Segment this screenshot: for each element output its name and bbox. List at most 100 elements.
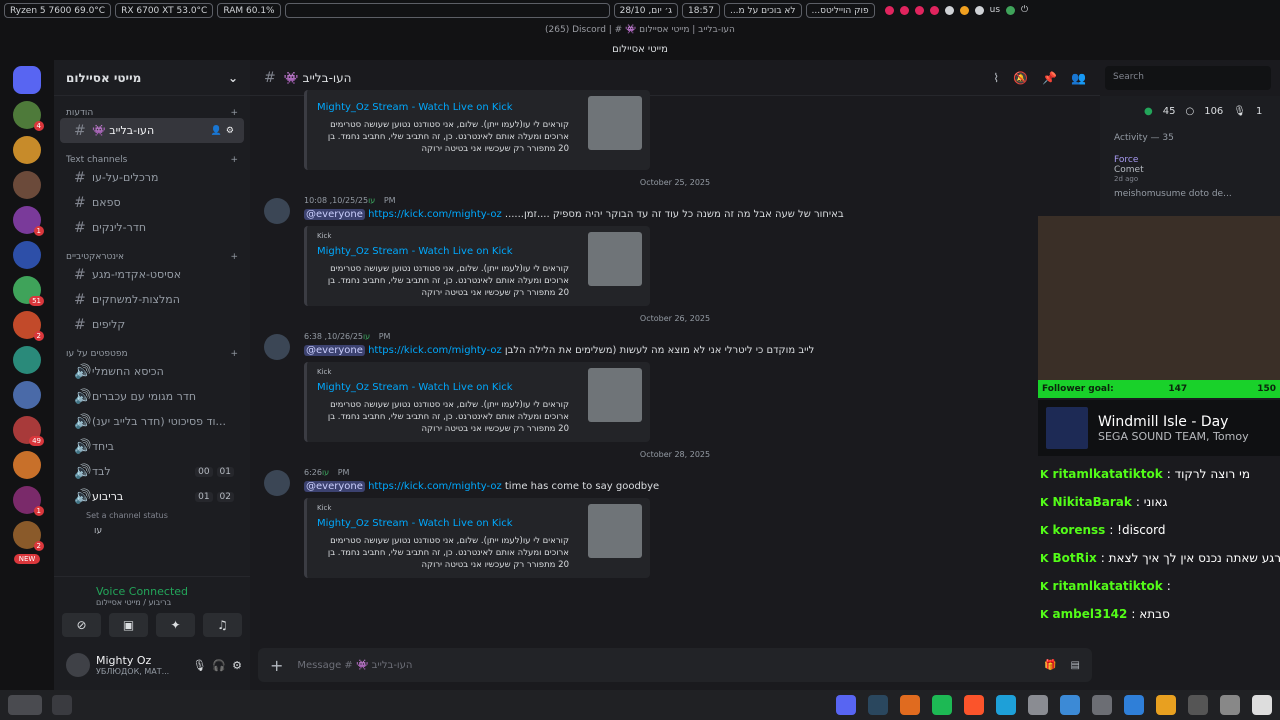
add-member-icon[interactable]: 👤 <box>211 126 222 136</box>
workspace-preview[interactable] <box>8 695 42 715</box>
server-icon[interactable]: 1 <box>13 486 44 516</box>
files-taskbar-icon[interactable] <box>1092 695 1112 715</box>
power-icon[interactable]: ⏻ <box>1021 5 1028 15</box>
add-channel-icon[interactable]: + <box>230 349 238 359</box>
browser-tab-widget[interactable]: ...פוק הוייליטס <box>805 2 875 18</box>
server-icon[interactable]: 4 <box>13 101 44 131</box>
server-icon[interactable] <box>13 346 41 374</box>
server-icon[interactable] <box>13 136 41 164</box>
tray-icon[interactable] <box>944 5 954 15</box>
channel-item[interactable]: # קליפים <box>60 312 244 337</box>
screen-share-icon[interactable]: ▣ <box>109 613 148 637</box>
channel-category[interactable]: הודעות + <box>54 96 250 118</box>
gear-icon[interactable]: ⚙ <box>226 126 234 136</box>
message[interactable]: עו10/26/25, 6:38 PM @everyone https://kic… <box>250 332 1100 442</box>
channel-item[interactable]: 🔊 חדר מגומי עם עכברים <box>60 384 244 409</box>
soundboard-icon[interactable]: ♫ <box>203 613 242 637</box>
message-link[interactable]: https://kick.com/mighty-oz <box>368 481 502 492</box>
message[interactable]: עו10/25/25, 10:08 PM @everyone https://ki… <box>250 196 1100 306</box>
avatar[interactable] <box>66 653 90 677</box>
steam-taskbar-icon[interactable] <box>868 695 888 715</box>
server-name-header[interactable]: מייטי אסיילום ⌄ <box>54 60 250 96</box>
message-link[interactable]: https://kick.com/mighty-oz <box>368 209 502 220</box>
server-icon[interactable]: 1 <box>13 206 44 236</box>
message-composer[interactable]: + Message # 👾 העו-בלייב 🎁 ▤ <box>258 648 1092 682</box>
terminal-taskbar-icon[interactable] <box>1188 695 1208 715</box>
battery-icon[interactable] <box>1006 5 1016 15</box>
channel-item[interactable]: # מרכלים-על-עו <box>60 165 244 190</box>
add-channel-icon[interactable]: + <box>230 155 238 165</box>
server-icon[interactable]: 49 <box>13 416 44 446</box>
firefox-taskbar-icon[interactable] <box>900 695 920 715</box>
mention[interactable]: @everyone <box>304 345 365 356</box>
server-icon[interactable] <box>13 241 41 269</box>
members-icon[interactable]: 👥 <box>1071 71 1086 85</box>
message[interactable]: Mighty_Oz Stream - Watch Live on Kick קור… <box>250 90 1100 170</box>
store-taskbar-icon[interactable] <box>1124 695 1144 715</box>
add-channel-icon[interactable]: + <box>230 108 238 118</box>
channel-category[interactable]: Text channels + <box>54 143 250 165</box>
voice-status[interactable]: Voice Connected <box>54 577 250 598</box>
message[interactable]: עו6:26 PM @everyone https://kick.com/migh… <box>250 468 1100 578</box>
channel-item[interactable]: # ספאם <box>60 190 244 215</box>
tray-icon[interactable] <box>929 5 939 15</box>
headphones-icon[interactable]: 🎧 <box>212 659 226 672</box>
server-icon[interactable]: 2 <box>13 311 44 341</box>
tray-icon[interactable] <box>914 5 924 15</box>
menu-taskbar-icon[interactable] <box>1220 695 1240 715</box>
server-icon[interactable]: 2 <box>13 521 44 551</box>
tray-icon[interactable] <box>959 5 969 15</box>
mention[interactable]: @everyone <box>304 481 365 492</box>
voice-location[interactable]: בריבוע / מייטי אסיילום <box>54 598 250 607</box>
embed-thumbnail[interactable] <box>588 232 642 286</box>
layers-taskbar-icon[interactable] <box>1060 695 1080 715</box>
pin-icon[interactable]: 📌 <box>1042 71 1057 85</box>
tray-icon[interactable] <box>899 5 909 15</box>
mention[interactable]: @everyone <box>304 209 365 220</box>
app-taskbar-icon[interactable] <box>1028 695 1048 715</box>
activity-user-2[interactable]: meishomusume doto de... <box>1100 183 1280 199</box>
camera-off-icon[interactable]: ⊘ <box>62 613 101 637</box>
channel-category[interactable]: מפטפטים על עו + <box>54 337 250 359</box>
channel-item[interactable]: 🔊 ביחד <box>60 434 244 459</box>
channel-status[interactable]: Set a channel status <box>54 509 250 520</box>
gear-icon[interactable]: ⚙ <box>232 659 242 672</box>
channel-item[interactable]: # אסיסט-אקדמי-מגע <box>60 262 244 287</box>
activities-icon[interactable]: ✦ <box>156 613 195 637</box>
avatar[interactable] <box>264 198 290 224</box>
app-taskbar-icon[interactable] <box>1156 695 1176 715</box>
channel-item[interactable]: 🔊 וד פסיכוטי (חדר בלייב יענ)... <box>60 409 244 434</box>
add-attachment-icon[interactable]: + <box>270 656 283 675</box>
tray-icon[interactable] <box>884 5 894 15</box>
avatar[interactable] <box>264 334 290 360</box>
server-icon[interactable] <box>13 381 41 409</box>
search-input[interactable]: Search <box>1105 66 1271 90</box>
discord-home-icon[interactable] <box>13 66 41 94</box>
obs-taskbar-icon[interactable] <box>1252 695 1272 715</box>
discord-taskbar-icon[interactable] <box>836 695 856 715</box>
message-author[interactable]: עו <box>363 332 370 341</box>
message-author[interactable]: עו <box>368 196 375 205</box>
activity-user-1[interactable]: Force Comet 2d ago <box>1100 143 1280 183</box>
channel-item[interactable]: # המלצות-למשחקים <box>60 287 244 312</box>
brave-taskbar-icon[interactable] <box>964 695 984 715</box>
embed-thumbnail[interactable] <box>588 368 642 422</box>
server-icon[interactable] <box>13 171 41 199</box>
voice-member[interactable]: עו <box>54 520 250 536</box>
spotify-taskbar-icon[interactable] <box>932 695 952 715</box>
channel-item[interactable]: # חדר-לינקים <box>60 215 244 240</box>
keyboard-layout[interactable]: us <box>990 5 1000 15</box>
threads-icon[interactable]: ⌇ <box>993 71 999 85</box>
microphone-icon[interactable]: 🎙 <box>192 659 206 672</box>
message-input[interactable]: Message # 👾 העו-בלייב <box>297 660 412 671</box>
message-author[interactable]: עו <box>322 468 329 477</box>
new-badge[interactable]: NEW <box>13 554 41 564</box>
add-channel-icon[interactable]: + <box>230 252 238 262</box>
channel-category[interactable]: אינטראקטיביים + <box>54 240 250 262</box>
server-icon[interactable]: 51 <box>13 276 44 306</box>
media-widget[interactable]: ...לא בוכים על מ <box>723 2 802 18</box>
channel-item[interactable]: 🔊 לבד 00 01 <box>60 459 244 484</box>
channel-item[interactable]: 🔊 בריבוע 01 02 <box>60 484 244 509</box>
server-icon[interactable] <box>13 451 41 479</box>
tray-icon[interactable] <box>974 5 984 15</box>
